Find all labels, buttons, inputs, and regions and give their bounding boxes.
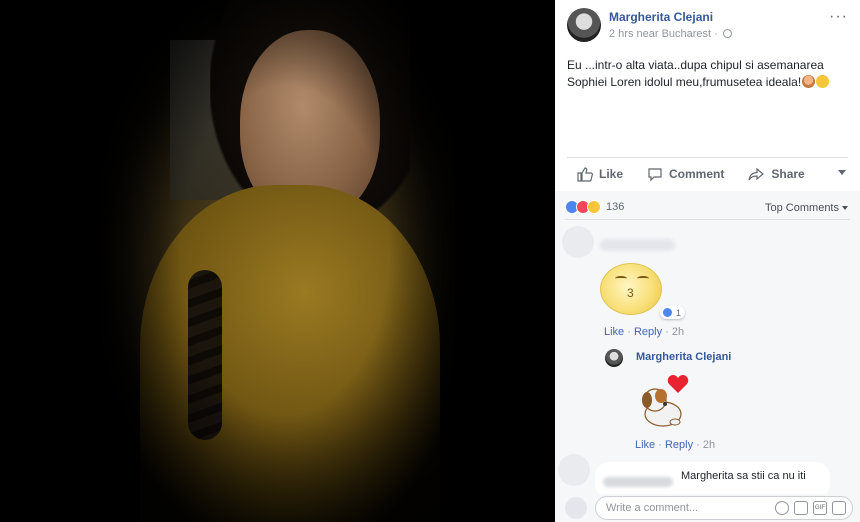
post-meta: 2 hrs near Bucharest · xyxy=(609,28,732,40)
comment-reaction-chip[interactable]: 1 xyxy=(660,306,686,319)
comment-time[interactable]: 2h xyxy=(672,326,684,338)
emoji-icon[interactable] xyxy=(775,501,789,515)
smile-emoji-icon xyxy=(816,75,830,88)
commenter-avatar[interactable] xyxy=(558,454,590,486)
photo-viewer[interactable] xyxy=(0,0,555,522)
reply-time[interactable]: 2h xyxy=(703,439,715,451)
vignette xyxy=(100,0,455,522)
reply-author-avatar[interactable] xyxy=(605,349,623,367)
more-options-icon[interactable]: ··· xyxy=(829,8,848,26)
viewer-avatar xyxy=(565,497,587,519)
divider xyxy=(565,219,850,220)
globe-icon xyxy=(722,29,732,38)
reaction-summary[interactable]: 136 xyxy=(565,200,624,214)
comment-icon xyxy=(648,167,662,181)
sticker-mouth: 3 xyxy=(627,286,634,300)
kiss-sticker: 3 xyxy=(600,263,662,315)
reaction-count: 136 xyxy=(606,201,625,213)
author-avatar[interactable] xyxy=(567,8,601,42)
woman-emoji-icon xyxy=(802,75,816,88)
comment-reaction-count: 1 xyxy=(676,307,682,318)
comment-button[interactable]: Comment xyxy=(647,167,724,182)
share-label: Share xyxy=(771,167,805,181)
post-time-location[interactable]: 2 hrs near Bucharest · xyxy=(609,28,718,40)
like-label: Like xyxy=(599,167,624,181)
comment-like-link[interactable]: Like xyxy=(604,326,624,338)
post-text-body: Eu ...intr-o alta viata..dupa chipul si … xyxy=(567,58,824,89)
comment-reply-link[interactable]: Reply xyxy=(634,326,662,338)
comment-actions: Like · Reply · 2h xyxy=(604,326,685,338)
post-header: Margherita Clejani 2 hrs near Bucharest … xyxy=(567,8,852,44)
comment-label: Comment xyxy=(669,167,725,181)
post-text: Eu ...intr-o alta viata..dupa chipul si … xyxy=(567,57,847,91)
comment-sort-dropdown[interactable]: Top Comments xyxy=(765,202,848,214)
thumbs-up-icon xyxy=(577,166,593,182)
composer-icons: GIF xyxy=(775,501,846,515)
comment-text: Margherita sa stii ca nu iti xyxy=(681,470,806,482)
reply-reply-link[interactable]: Reply xyxy=(665,439,693,451)
post-actions: Like Comment Share xyxy=(567,161,848,187)
author-name[interactable]: Margherita Clejani xyxy=(609,10,713,24)
sticker-eye xyxy=(637,276,649,281)
share-button[interactable]: Share xyxy=(748,167,805,182)
chevron-down-icon xyxy=(842,206,848,210)
reply-actions: Like · Reply · 2h xyxy=(635,439,716,451)
comment-input-placeholder: Write a comment... xyxy=(606,502,699,514)
commenter-avatar[interactable] xyxy=(562,226,594,258)
like-button[interactable]: Like xyxy=(577,166,624,182)
audience-dropdown-icon[interactable] xyxy=(838,170,846,175)
like-reaction-icon xyxy=(662,307,673,318)
divider xyxy=(567,157,848,158)
commenter-name[interactable] xyxy=(600,239,675,251)
reply-like-link[interactable]: Like xyxy=(635,439,655,451)
comment-composer: Write a comment... GIF xyxy=(555,494,860,522)
post-photo xyxy=(100,0,455,522)
sticker-icon[interactable] xyxy=(832,501,846,515)
commenter-name[interactable] xyxy=(603,477,673,487)
comment-bubble: Margherita sa stii ca nu iti xyxy=(595,462,830,498)
heart-icon xyxy=(667,375,689,393)
camera-icon[interactable] xyxy=(794,501,808,515)
gif-icon[interactable]: GIF xyxy=(813,501,827,515)
reply-author-name[interactable]: Margherita Clejani xyxy=(636,351,731,363)
comment-sort-label: Top Comments xyxy=(765,202,839,214)
sticker-eye xyxy=(615,276,627,281)
comment-input[interactable]: Write a comment... GIF xyxy=(595,496,853,520)
comments-section: 136 Top Comments 3 1 Like · Reply · 2h M… xyxy=(555,191,860,522)
share-icon xyxy=(748,167,765,180)
wow-reaction-icon xyxy=(587,200,601,214)
